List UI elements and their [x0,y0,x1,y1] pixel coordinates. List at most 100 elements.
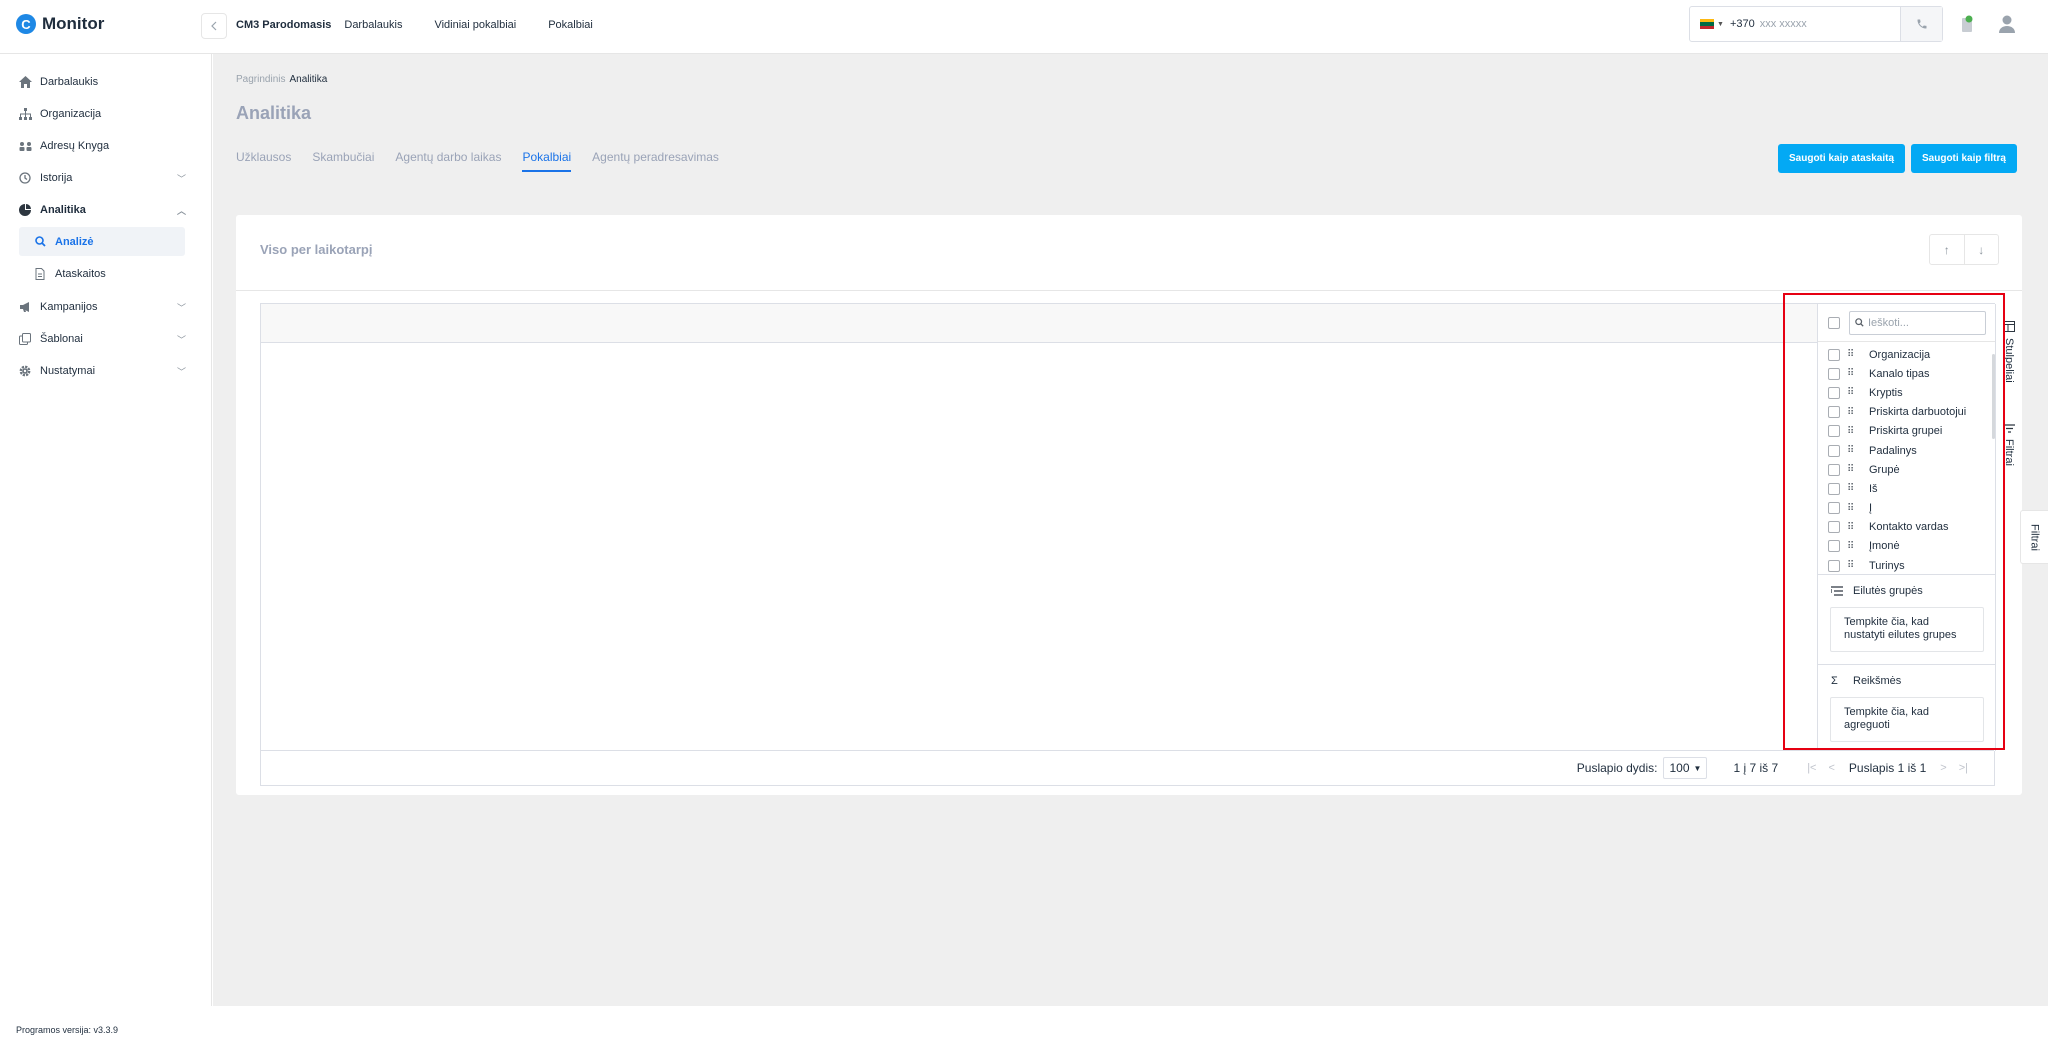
column-checkbox[interactable] [1828,406,1840,419]
last-page-icon[interactable]: >| [1959,762,1968,774]
save-as-report-button[interactable]: Saugoti kaip ataskaitą [1778,144,1906,173]
drag-handle-icon[interactable]: ⠿ [1847,483,1861,494]
page-size-select[interactable]: 100 ▼ [1663,757,1708,779]
column-item[interactable]: ⠿ Organizacija [1818,345,1996,364]
column-name: Priskirta grupei [1869,425,1943,438]
drag-handle-icon[interactable]: ⠿ [1847,541,1861,552]
column-checkbox[interactable] [1828,502,1840,515]
page-size-value: 100 [1669,761,1690,775]
breadcrumb-root[interactable]: Pagrindinis [236,74,285,85]
tab-uzklausos[interactable]: Užklausos [236,150,291,172]
arrow-down-icon[interactable]: ↓ [1963,235,1999,264]
column-checkbox[interactable] [1828,444,1840,457]
drag-handle-icon[interactable]: ⠿ [1847,464,1861,475]
previous-page-icon[interactable]: < [1828,762,1834,774]
drag-handle-icon[interactable]: ⠿ [1847,368,1861,379]
drag-handle-icon[interactable]: ⠿ [1847,407,1861,418]
next-page-icon[interactable]: > [1940,762,1946,774]
page-title: Analitika [236,103,312,123]
column-item[interactable]: ⠿ Įmonė [1818,537,1996,556]
agent-status-icon[interactable] [1961,15,1973,33]
card-title: Viso per laikotarpį [260,242,373,257]
breadcrumb: Pagrindinis Analitika [236,74,327,85]
sidebar-subitem-ataskaitos[interactable]: Ataskaitos [19,259,185,288]
columns-icon [2003,321,2015,332]
sidebar-item-analitika[interactable]: Analitika ︿ [18,196,186,224]
values-label: Reikšmės [1853,675,1902,687]
drag-handle-icon[interactable]: ⠿ [1847,503,1861,514]
caret-down-icon[interactable]: ▼ [1717,21,1724,28]
tab-stulpeliai-label: Stulpeliai [2003,338,2015,383]
sidebar-item-adresu-knyga[interactable]: Adresų Knyga [18,132,186,160]
tab-pokalbiai[interactable]: Pokalbiai [522,150,572,172]
column-checkbox[interactable] [1828,482,1840,495]
call-button[interactable] [1900,7,1942,41]
select-all-checkbox[interactable] [1828,316,1840,329]
sidebar-item-label: Analitika [40,204,86,216]
column-name: Kanalo tipas [1869,367,1930,380]
column-item[interactable]: ⠿ Kanalo tipas [1818,364,1996,383]
page-label: Puslapis 1 iš 1 [1848,761,1927,775]
phone-input[interactable] [1759,18,1890,30]
column-item[interactable]: ⠿ Priskirta grupei [1818,422,1996,441]
tab-filtrai[interactable]: Filtrai [1996,424,2022,466]
sidebar-item-sablonai[interactable]: Šablonai ﹀ [18,325,186,353]
grid-header [261,304,1994,343]
nav-link-darbalaukis[interactable]: Darbalaukis [344,19,402,31]
nav-link-vidiniai-pokalbiai[interactable]: Vidiniai pokalbiai [434,19,516,31]
drag-handle-icon[interactable]: ⠿ [1847,387,1861,398]
sidebar-item-label: Nustatymai [40,365,96,377]
drag-handle-icon[interactable]: ⠿ [1847,445,1861,456]
column-checkbox[interactable] [1828,348,1840,361]
logo[interactable]: C Monitor [16,14,104,34]
column-checkbox[interactable] [1828,540,1840,553]
column-item[interactable]: ⠿ Priskirta darbuotojui [1818,403,1996,422]
column-item[interactable]: ⠿ Grupė [1818,460,1996,479]
tab-agentu-darbo-laikas[interactable]: Agentų darbo laikas [395,150,501,172]
tool-panel-side-tabs: Stulpeliai Filtrai [1995,304,2021,751]
column-list: ⠿ Organizacija ⠿ Kanalo tipas ⠿ Kryptis ⠿ Pr… [1818,345,1996,574]
nav-link-pokalbiai[interactable]: Pokalbiai [548,19,593,31]
phone-dialer: ▼ +370 [1689,6,1943,42]
column-checkbox[interactable] [1828,367,1840,380]
country-flag-icon[interactable] [1700,19,1714,29]
column-checkbox[interactable] [1828,521,1840,534]
sidebar-item-kampanijos[interactable]: Kampanijos ﹀ [18,293,186,321]
sidebar-item-organizacija[interactable]: Organizacija [18,100,186,128]
user-avatar-icon[interactable] [1997,14,2017,34]
drag-handle-icon[interactable]: ⠿ [1847,426,1861,437]
row-groups-drop-zone[interactable]: Tempkite čia, kad nustatyti eilutes grup… [1830,607,1984,652]
arrow-up-icon[interactable]: ↑ [1930,235,1964,264]
first-page-icon[interactable]: |< [1807,762,1816,774]
values-drop-zone[interactable]: Tempkite čia, kad agreguoti [1830,697,1984,742]
main-content: Pagrindinis Analitika Analitika Užklausos… [213,54,2048,1006]
column-item[interactable]: ⠿ Iš [1818,479,1996,498]
column-name: Iš [1869,482,1878,495]
column-checkbox[interactable] [1828,559,1840,572]
drag-handle-icon[interactable]: ⠿ [1847,522,1861,533]
tab-agentu-peradresavimas[interactable]: Agentų peradresavimas [592,150,719,172]
column-checkbox[interactable] [1828,386,1840,399]
sidebar-item-istorija[interactable]: Istorija ﹀ [18,164,186,192]
column-checkbox[interactable] [1828,463,1840,476]
column-name: Priskirta darbuotojui [1869,406,1967,419]
column-checkbox[interactable] [1828,425,1840,438]
sidebar-subitem-analize[interactable]: Analizė [19,227,185,256]
sidebar-item-darbalaukis[interactable]: Darbalaukis [18,68,186,96]
drag-handle-icon[interactable]: ⠿ [1847,560,1861,571]
collapse-sidebar-button[interactable] [201,13,227,39]
column-item[interactable]: ⠿ Turinys [1818,556,1996,574]
drag-handle-icon[interactable]: ⠿ [1847,349,1861,360]
column-item[interactable]: ⠿ Kontakto vardas [1818,518,1996,537]
filter-icon [2003,424,2015,433]
tab-skambuciai[interactable]: Skambučiai [312,150,374,172]
save-as-filter-button[interactable]: Saugoti kaip filtrą [1911,144,2017,173]
filters-side-tab[interactable]: Filtrai [2020,510,2048,564]
column-search-input[interactable] [1868,316,1978,329]
column-item[interactable]: ⠿ Kryptis [1818,383,1996,402]
sidebar-item-nustatymai[interactable]: Nustatymai ﹀ [18,357,186,385]
tab-bar: Užklausos Skambučiai Agentų darbo laikas… [236,150,740,172]
tab-stulpeliai[interactable]: Stulpeliai [1996,321,2022,383]
column-item[interactable]: ⠿ Į [1818,499,1996,518]
column-item[interactable]: ⠿ Padalinys [1818,441,1996,460]
